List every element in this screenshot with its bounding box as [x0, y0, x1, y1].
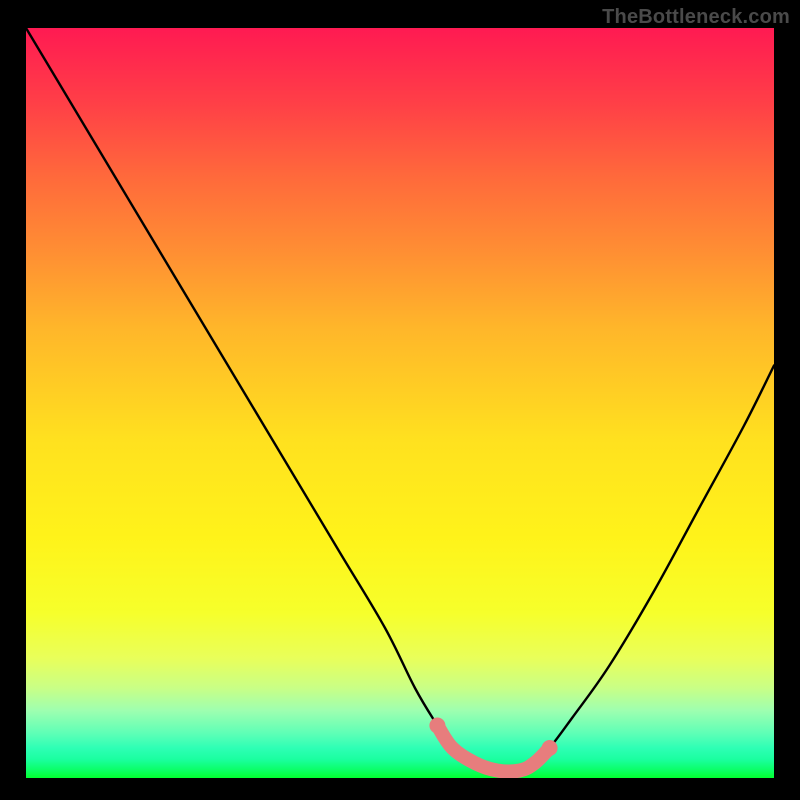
- plot-area: [26, 28, 774, 778]
- watermark-text: TheBottleneck.com: [602, 6, 790, 29]
- bottleneck-curve: [26, 28, 774, 772]
- chart-container: TheBottleneck.com: [0, 0, 800, 800]
- optimal-endpoint-dot: [542, 740, 558, 756]
- chart-svg: [26, 28, 774, 778]
- optimal-zone-overlay: [437, 726, 549, 772]
- optimal-endpoint-dot: [429, 718, 445, 734]
